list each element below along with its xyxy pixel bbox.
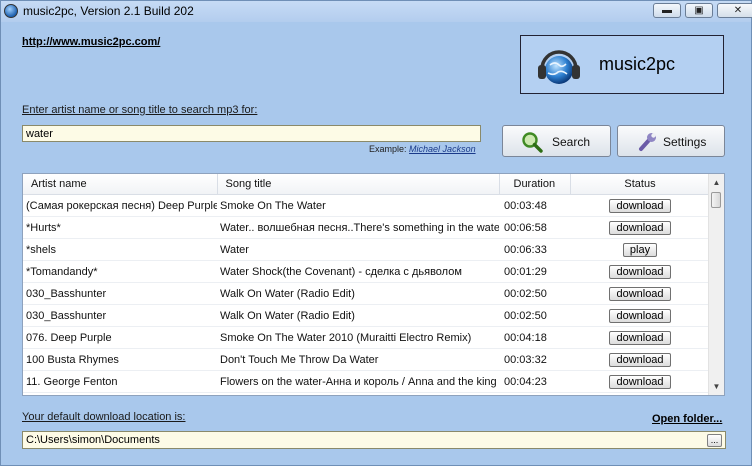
website-link[interactable]: http://www.music2pc.com/: [22, 36, 160, 48]
table-row[interactable]: 100 Busta Rhymes Don't Touch Me Throw Da…: [23, 348, 710, 371]
browse-button[interactable]: ...: [707, 434, 722, 447]
column-header-song[interactable]: Song title: [217, 174, 500, 195]
window-title: music2pc, Version 2.1 Build 202: [23, 4, 194, 18]
song-cell: Smoke On The Water 2010 (Muraitti Electr…: [217, 326, 499, 349]
settings-button-label: Settings: [663, 135, 707, 149]
status-cell: download: [570, 348, 710, 371]
table-row[interactable]: 076. Deep Purple Smoke On The Water 2010…: [23, 326, 710, 349]
app-globe-icon: [4, 4, 18, 18]
download-button[interactable]: download: [609, 220, 671, 235]
search-input[interactable]: [22, 125, 481, 142]
table-row[interactable]: 030_Basshunter Walk On Water (Radio Edit…: [23, 282, 710, 305]
status-cell: download: [570, 260, 710, 283]
artist-cell: 030_Basshunter: [23, 304, 217, 327]
results-table: Artist name Song title Duration Status (…: [22, 173, 725, 396]
table-row[interactable]: *Tomandandy* Water Shock(the Covenant) -…: [23, 260, 710, 283]
logo-text: music2pc: [599, 54, 676, 74]
close-button[interactable]: ✕: [717, 3, 752, 18]
download-button[interactable]: download: [609, 286, 671, 301]
download-location-label: Your default download location is:: [22, 411, 186, 423]
search-example: Example: Michael Jackson: [369, 144, 476, 154]
minimize-button[interactable]: ▬: [653, 3, 681, 18]
status-cell: download: [570, 370, 710, 393]
globe-headphones-icon: [538, 50, 580, 84]
duration-cell: 00:04:23: [499, 370, 570, 393]
song-cell: Water: [217, 238, 499, 261]
logo-banner: music2pc: [520, 35, 724, 94]
table-header-row: Artist name Song title Duration Status: [23, 174, 711, 195]
wrench-icon: [639, 133, 656, 151]
song-cell: Smoke On The Water: [217, 194, 499, 217]
table-row[interactable]: *Hurts* Water.. волшебная песня..There's…: [23, 216, 710, 239]
song-cell: Water Shock(the Covenant) - сделка с дья…: [217, 260, 499, 283]
download-path-input[interactable]: [22, 431, 726, 449]
song-cell: Water.. волшебная песня..There's somethi…: [217, 216, 499, 239]
maximize-button[interactable]: ▣: [685, 3, 713, 18]
download-button[interactable]: download: [609, 374, 671, 389]
artist-cell: *shels: [23, 238, 217, 261]
column-header-duration[interactable]: Duration: [499, 174, 571, 195]
table-row[interactable]: (Самая рокерская песня) Deep Purple Smok…: [23, 194, 710, 217]
status-cell: download: [570, 326, 710, 349]
play-button[interactable]: play: [622, 242, 658, 257]
song-cell: Walk On Water (Radio Edit): [217, 282, 499, 305]
artist-cell: *Tomandandy*: [23, 260, 217, 283]
duration-cell: 00:06:58: [499, 216, 570, 239]
column-header-status[interactable]: Status: [570, 174, 711, 195]
download-button[interactable]: download: [609, 264, 671, 279]
scroll-up-icon[interactable]: ▲: [709, 176, 724, 190]
download-button[interactable]: download: [609, 198, 671, 213]
app-window: music2pc, Version 2.1 Build 202 ▬ ▣ ✕ ht…: [0, 0, 752, 466]
results-grid: Artist name Song title Duration Status (…: [23, 174, 711, 393]
scrollbar-thumb[interactable]: [711, 192, 721, 208]
duration-cell: 00:06:33: [499, 238, 570, 261]
artist-cell: (Самая рокерская песня) Deep Purple: [23, 194, 217, 217]
download-button[interactable]: download: [609, 352, 671, 367]
song-cell: Don't Touch Me Throw Da Water: [217, 348, 499, 371]
status-cell: download: [570, 194, 710, 217]
search-button[interactable]: Search: [502, 125, 611, 157]
song-cell: Flowers on the water-Анна и король / Ann…: [217, 370, 499, 393]
search-button-label: Search: [552, 135, 591, 149]
artist-cell: *Hurts*: [23, 216, 217, 239]
status-cell: download: [570, 282, 710, 305]
column-header-artist[interactable]: Artist name: [23, 174, 218, 195]
vertical-scrollbar[interactable]: ▲ ▼: [708, 174, 724, 395]
search-label: Enter artist name or song title to searc…: [22, 104, 258, 116]
duration-cell: 00:03:32: [499, 348, 570, 371]
song-cell: Walk On Water (Radio Edit): [217, 304, 499, 327]
artist-cell: 076. Deep Purple: [23, 326, 217, 349]
duration-cell: 00:03:48: [499, 194, 570, 217]
download-button[interactable]: download: [609, 308, 671, 323]
scroll-down-icon[interactable]: ▼: [709, 380, 724, 394]
example-link[interactable]: Michael Jackson: [409, 144, 476, 154]
artist-cell: 100 Busta Rhymes: [23, 348, 217, 371]
table-row[interactable]: *shels Water 00:06:33 play: [23, 238, 710, 261]
status-cell: download: [570, 216, 710, 239]
duration-cell: 00:04:18: [499, 326, 570, 349]
artist-cell: 11. George Fenton: [23, 370, 217, 393]
duration-cell: 00:02:50: [499, 304, 570, 327]
table-row[interactable]: 030_Basshunter Walk On Water (Radio Edit…: [23, 304, 710, 327]
download-button[interactable]: download: [609, 330, 671, 345]
title-bar[interactable]: music2pc, Version 2.1 Build 202 ▬ ▣ ✕: [1, 1, 752, 22]
artist-cell: 030_Basshunter: [23, 282, 217, 305]
duration-cell: 00:02:50: [499, 282, 570, 305]
magnifier-icon: [522, 132, 543, 153]
table-row[interactable]: 11. George Fenton Flowers on the water-А…: [23, 370, 710, 393]
status-cell: play: [570, 238, 710, 261]
example-prefix: Example:: [369, 144, 407, 154]
status-cell: download: [570, 304, 710, 327]
duration-cell: 00:01:29: [499, 260, 570, 283]
settings-button[interactable]: Settings: [617, 125, 725, 157]
open-folder-link[interactable]: Open folder...: [652, 413, 722, 425]
